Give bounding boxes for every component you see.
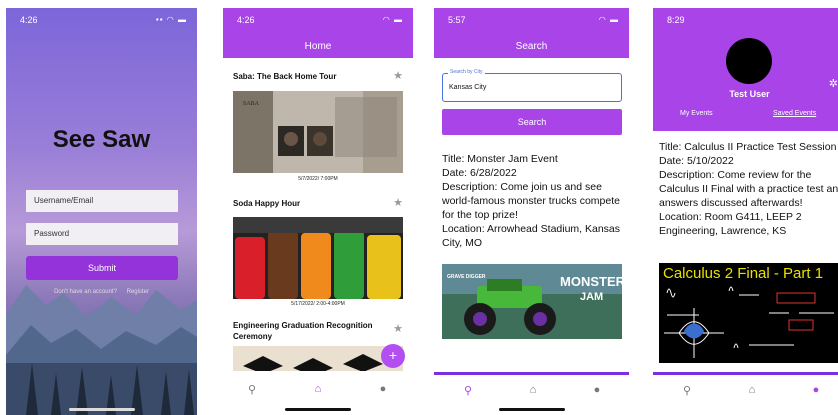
person-icon[interactable]: ●	[373, 383, 393, 399]
result-description: Description: Come join us and see world-…	[442, 181, 620, 221]
status-time: 8:29	[667, 15, 685, 25]
home-indicator	[498, 408, 565, 411]
soda-cans-graphic	[233, 217, 403, 299]
profile-header: 8:29 Test User ✲ My Events Saved Events	[653, 8, 838, 131]
page-title: Home	[304, 41, 332, 52]
home-icon[interactable]: ⌂	[742, 384, 762, 400]
home-indicator	[285, 408, 351, 411]
result-title: Title: Monster Jam Event	[442, 153, 558, 165]
status-bar: 4:26 ◠ ▬	[223, 8, 413, 32]
screenshot-collage: 4:26 ▪▪ ◠ ▬ See Saw Username/Email Passw…	[0, 0, 838, 415]
search-icon[interactable]: ⚲	[458, 384, 478, 400]
header: 5:57 ◠ ▬ Search	[434, 8, 629, 58]
star-icon[interactable]: ★	[393, 196, 403, 209]
search-field-value[interactable]: Kansas City	[449, 84, 486, 91]
search-screen: 5:57 ◠ ▬ Search Search by City Kansas Ci…	[434, 8, 629, 415]
page-title: Search	[515, 41, 548, 52]
header: 4:26 ◠ ▬ Home	[223, 8, 413, 58]
register-link[interactable]: Register	[127, 289, 149, 295]
username-field[interactable]: Username/Email	[26, 190, 178, 212]
calculus-formulas-graphic	[664, 286, 834, 358]
event-image[interactable]	[233, 346, 403, 371]
home-icon[interactable]: ⌂	[308, 383, 328, 399]
battery-icon: ◠ ▬	[382, 15, 403, 24]
no-account-text: Don't have an account?	[54, 289, 117, 295]
monster-truck-graphic: GRAVE DIGGER MONSTER JAM	[442, 264, 622, 339]
tab-bar: ⚲ ⌂ ●	[434, 372, 629, 415]
result-image[interactable]: GRAVE DIGGER MONSTER JAM	[442, 264, 622, 339]
search-icon[interactable]: ⚲	[677, 384, 697, 400]
home-screen: 4:26 ◠ ▬ Home Saba: The Back Home Tour ★	[223, 8, 413, 415]
tab-bar: ⚲ ⌂ ●	[223, 371, 413, 415]
status-bar: 8:29	[653, 8, 838, 32]
add-event-button[interactable]: +	[381, 344, 405, 368]
event-image[interactable]: SABA	[233, 91, 403, 173]
result-date: Date: 6/28/2022	[442, 167, 517, 179]
avatar	[726, 38, 772, 84]
status-time: 5:57	[448, 15, 466, 25]
saved-event[interactable]: Title: Calculus II Practice Test Session…	[659, 140, 838, 238]
event-image[interactable]	[233, 217, 403, 299]
register-row: Don't have an account? Register	[6, 289, 197, 295]
event-feed[interactable]: Saba: The Back Home Tour ★ SABA 5/7/2022…	[223, 66, 413, 371]
search-icon[interactable]: ⚲	[242, 383, 262, 399]
tab-saved-events[interactable]: Saved Events	[773, 110, 816, 117]
city-search-input[interactable]: Search by City Kansas City	[442, 69, 622, 102]
login-screen: 4:26 ▪▪ ◠ ▬ See Saw Username/Email Passw…	[6, 8, 197, 415]
event-title[interactable]: Soda Happy Hour	[233, 198, 383, 209]
event-title[interactable]: Saba: The Back Home Tour	[233, 71, 383, 82]
status-time: 4:26	[20, 15, 38, 25]
home-icon[interactable]: ⌂	[523, 384, 543, 400]
status-bar: 5:57 ◠ ▬	[434, 8, 629, 32]
event-title[interactable]: Engineering Graduation Recognition Cerem…	[233, 320, 383, 342]
gear-icon[interactable]: ✲	[829, 77, 838, 90]
star-icon[interactable]: ★	[393, 69, 403, 82]
signal-icon: ▪▪ ◠ ▬	[155, 15, 187, 24]
tab-bar: ⚲ ⌂ ●	[653, 372, 838, 415]
image-small-text: GRAVE DIGGER	[447, 274, 486, 280]
result-location: Location: Arrowhead Stadium, Kansas City…	[442, 223, 621, 249]
search-field-label: Search by City	[448, 69, 485, 75]
svg-text:SABA: SABA	[243, 101, 260, 107]
tab-bar-divider	[653, 372, 838, 375]
tab-my-events[interactable]: My Events	[680, 110, 713, 117]
event-location: Location: Room G411, LEEP 2 Engineering,…	[659, 211, 802, 237]
image-title: Calculus 2 Final - Part 1	[663, 265, 824, 282]
event-image[interactable]: Calculus 2 Final - Part 1	[659, 263, 838, 363]
concert-poster-graphic: SABA	[233, 91, 403, 173]
event-description: Description: Come review for the Calculu…	[659, 169, 838, 209]
event-date: Date: 5/10/2022	[659, 155, 734, 167]
event-caption: 5/7/2022/ 7:00PM	[298, 176, 338, 182]
submit-button[interactable]: Submit	[26, 256, 178, 280]
battery-icon: ◠ ▬	[598, 15, 619, 24]
status-time: 4:26	[237, 15, 255, 25]
tab-bar-divider	[434, 372, 629, 375]
image-text-monster: MONSTER	[560, 274, 622, 289]
app-title: See Saw	[52, 126, 151, 153]
password-field[interactable]: Password	[26, 223, 178, 245]
person-icon[interactable]: ●	[587, 384, 607, 400]
person-icon[interactable]: ●	[806, 384, 826, 400]
image-text-jam: JAM	[580, 291, 603, 303]
profile-screen: 8:29 Test User ✲ My Events Saved Events …	[653, 8, 838, 415]
search-result[interactable]: Title: Monster Jam Event Date: 6/28/2022…	[442, 152, 624, 250]
username: Test User	[729, 89, 770, 99]
status-bar: 4:26 ▪▪ ◠ ▬	[6, 8, 197, 32]
search-button[interactable]: Search	[442, 109, 622, 135]
star-icon[interactable]: ★	[393, 322, 403, 335]
graduation-graphic	[233, 346, 403, 371]
home-indicator	[68, 408, 135, 411]
event-title: Title: Calculus II Practice Test Session	[659, 141, 837, 153]
event-caption: 5/17/2022/ 2:00-4:00PM	[291, 301, 345, 307]
